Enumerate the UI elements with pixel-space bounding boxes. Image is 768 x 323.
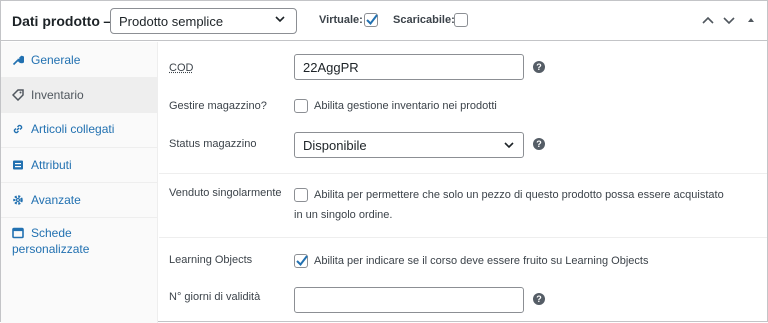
- tab-label: Attributi: [31, 158, 72, 172]
- stock-status-label: Status magazzino: [169, 138, 257, 150]
- tab-label: Generale: [31, 53, 81, 67]
- checkmark-icon: [366, 14, 378, 26]
- chevron-down-icon: [275, 16, 285, 23]
- learning-objects-description: Abilita per indicare se il corso deve es…: [314, 255, 649, 267]
- tab-label: Avanzate: [31, 193, 81, 207]
- help-icon: ?: [533, 293, 545, 305]
- table-icon: [12, 227, 24, 239]
- sold-individually-checkbox[interactable]: [294, 188, 308, 202]
- tab-label: Articoli collegati: [31, 122, 115, 136]
- sold-individually-description-2: in un singolo ordine.: [294, 209, 393, 221]
- gear-icon: [13, 195, 23, 205]
- chevron-up-icon[interactable]: [700, 14, 716, 26]
- help-icon: ?: [533, 61, 545, 73]
- chevron-down-icon: [504, 142, 514, 149]
- panel-header: Dati prodotto — Prodotto semplice Virtua…: [1, 1, 767, 41]
- sku-input[interactable]: 22AggPR: [294, 54, 524, 80]
- learning-objects-label: Learning Objects: [169, 254, 253, 266]
- manage-stock-label: Gestire magazzino?: [169, 100, 267, 112]
- section-divider: [159, 237, 767, 238]
- panel-title: Dati prodotto —: [12, 13, 118, 29]
- list-icon: [13, 160, 23, 170]
- downloadable-checkbox[interactable]: [454, 13, 468, 27]
- link-icon: [13, 124, 23, 134]
- product-data-panel: Dati prodotto — Prodotto semplice Virtua…: [0, 0, 768, 323]
- wrench-icon: [12, 55, 24, 66]
- tab-label-line2: personalizzate: [12, 242, 90, 256]
- stock-status-value: Disponibile: [303, 138, 367, 153]
- product-type-value: Prodotto semplice: [119, 14, 224, 29]
- manage-stock-checkbox[interactable]: [294, 99, 308, 113]
- manage-stock-description: Abilita gestione inventario nei prodotti: [314, 100, 497, 112]
- help-icon: ?: [533, 138, 545, 150]
- tab-label-line1: Schede: [31, 226, 72, 240]
- sold-individually-label: Venduto singolarmente: [169, 187, 282, 199]
- tag-icon: [12, 89, 24, 101]
- tab-linked-products[interactable]: Articoli collegati: [1, 113, 158, 148]
- sku-label: COD: [169, 62, 194, 74]
- sold-individually-description: Abilita per permettere che solo un pezzo…: [314, 189, 724, 201]
- product-data-tabs: Generale Inventario Articoli collegati A…: [1, 42, 158, 323]
- sku-value: 22AggPR: [303, 60, 359, 75]
- downloadable-label: Scaricabile:: [393, 14, 455, 26]
- inventory-panel: COD 22AggPR ? Gestire magazzino? Abilita…: [159, 42, 767, 323]
- virtual-checkbox[interactable]: [364, 13, 378, 27]
- virtual-label: Virtuale:: [319, 14, 363, 26]
- tab-custom-tabs[interactable]: Schede personalizzate: [1, 218, 158, 266]
- tab-label: Inventario: [31, 88, 84, 102]
- validity-days-input[interactable]: [294, 287, 524, 313]
- checkmark-icon: [296, 255, 308, 267]
- triangle-up-icon[interactable]: [746, 14, 756, 26]
- tab-inventory[interactable]: Inventario: [1, 78, 158, 113]
- learning-objects-checkbox[interactable]: [294, 254, 308, 268]
- validity-days-label: N° giorni di validità: [169, 291, 261, 303]
- stock-status-select[interactable]: Disponibile: [294, 132, 524, 158]
- chevron-down-icon[interactable]: [721, 14, 737, 26]
- tab-advanced[interactable]: Avanzate: [1, 183, 158, 218]
- section-divider: [159, 173, 767, 174]
- tab-general[interactable]: Generale: [1, 42, 158, 78]
- product-type-select[interactable]: Prodotto semplice: [110, 8, 297, 34]
- tab-attributes[interactable]: Attributi: [1, 148, 158, 183]
